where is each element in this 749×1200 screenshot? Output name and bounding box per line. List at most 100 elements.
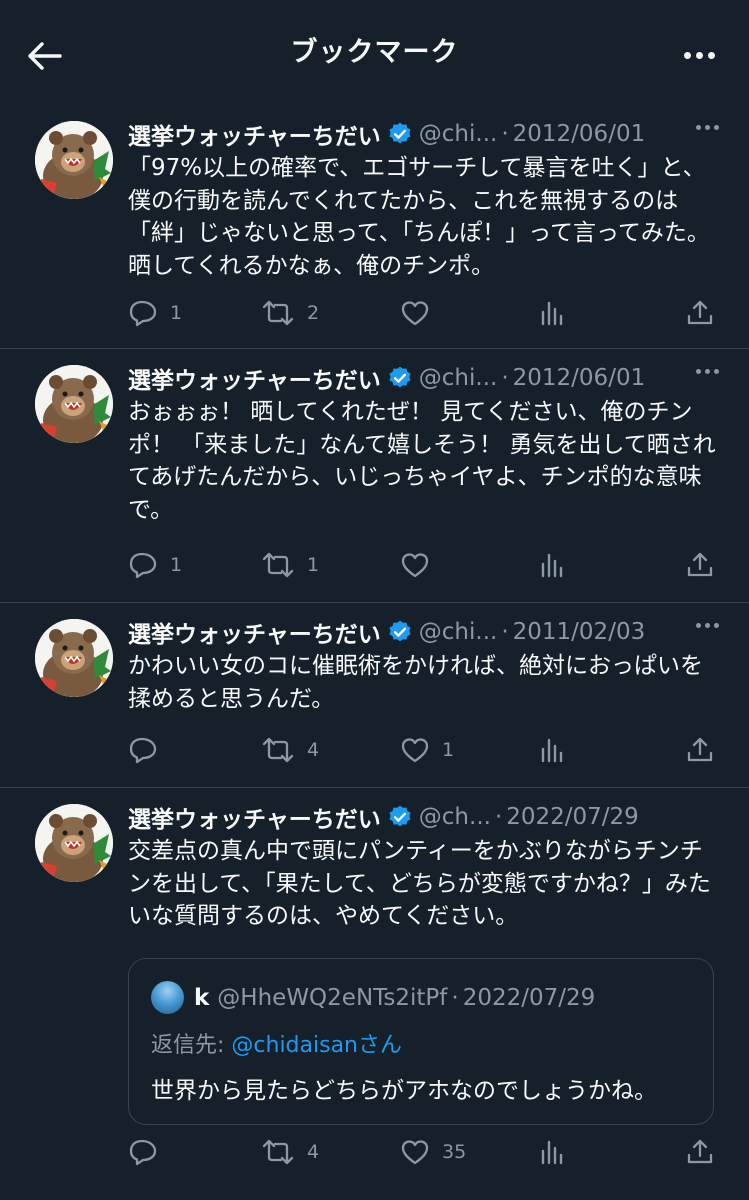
tweet-header: 選挙ウォッチャーちだい @chi... · 2012/06/01	[128, 361, 719, 395]
tweet-text: 交差点の真ん中で頭にパンティーをかぶりながらチンチンを出して、「果たして、どちら…	[128, 838, 711, 929]
retweet-icon	[262, 737, 294, 763]
tweet-date[interactable]: 2011/02/03	[513, 619, 646, 645]
retweet-button[interactable]: 4	[261, 1139, 319, 1165]
reply-button[interactable]: 1	[128, 551, 182, 579]
reply-icon	[129, 552, 157, 579]
retweet-button[interactable]: 1	[261, 552, 319, 578]
share-icon	[687, 737, 713, 762]
bear-avatar-icon	[35, 804, 113, 882]
user-handle[interactable]: @chi...	[419, 619, 498, 645]
dot-icon	[696, 623, 701, 628]
separator-dot: ·	[501, 365, 509, 391]
like-button[interactable]	[400, 299, 442, 327]
share-button[interactable]	[686, 1138, 714, 1166]
verified-badge-icon	[387, 804, 413, 830]
views-button[interactable]	[538, 299, 578, 327]
tweet[interactable]: 選挙ウォッチャーちだい @ch... · 2022/07/29 交差点の真ん中で…	[0, 788, 749, 1200]
views-button[interactable]	[538, 1138, 578, 1166]
avatar[interactable]	[35, 619, 113, 697]
tweet-actions: 4 35	[128, 1132, 719, 1172]
back-button[interactable]	[24, 36, 64, 76]
tweet-actions: 1 2	[128, 293, 719, 333]
quoted-tweet[interactable]: k @HheWQ2eNTs2itPf · 2022/07/29 返信先: @ch…	[128, 958, 714, 1125]
views-button[interactable]	[538, 551, 578, 579]
avatar[interactable]	[35, 365, 113, 443]
share-button[interactable]	[686, 736, 714, 764]
reply-to-suffix[interactable]: さん	[358, 1033, 402, 1058]
reply-button[interactable]: 1	[128, 299, 182, 327]
tweet-actions: 1 1	[128, 545, 719, 585]
tweet[interactable]: 選挙ウォッチャーちだい @chi... · 2012/06/01 おぉぉぉ！ 晒…	[0, 349, 749, 603]
dot-icon	[714, 369, 719, 374]
tweet-more-button[interactable]	[696, 125, 719, 130]
arrow-left-icon	[28, 42, 62, 70]
more-options-button[interactable]	[679, 40, 719, 70]
tweet[interactable]: 選挙ウォッチャーちだい @chi... · 2012/06/01 「97%以上の…	[0, 105, 749, 349]
reply-count: 1	[170, 554, 183, 576]
like-button[interactable]	[400, 551, 442, 579]
dot-icon	[714, 125, 719, 130]
reply-to-line: 返信先: @chidaisanさん	[151, 1027, 402, 1059]
display-name[interactable]: 選挙ウォッチャーちだい	[128, 800, 381, 834]
bar-chart-icon	[541, 1140, 563, 1165]
tweet-date[interactable]: 2022/07/29	[506, 804, 639, 830]
bar-chart-icon	[541, 553, 563, 578]
reply-button[interactable]	[128, 736, 170, 764]
dot-icon	[705, 369, 710, 374]
tweet-date[interactable]: 2012/06/01	[513, 365, 646, 391]
bar-chart-icon	[541, 301, 563, 326]
views-button[interactable]	[538, 736, 578, 764]
heart-icon	[401, 553, 429, 578]
display-name[interactable]: 選挙ウォッチャーちだい	[128, 615, 381, 649]
retweet-icon	[262, 300, 294, 326]
dot-icon	[714, 623, 719, 628]
heart-icon	[401, 738, 429, 763]
quoted-tweet-date[interactable]: 2022/07/29	[463, 985, 596, 1011]
share-icon	[687, 552, 713, 577]
verified-badge-icon	[387, 121, 413, 147]
reply-button[interactable]	[128, 1138, 170, 1166]
user-handle[interactable]: @chi...	[419, 365, 498, 391]
avatar[interactable]	[35, 121, 113, 199]
share-icon	[687, 1139, 713, 1164]
like-count: 1	[442, 739, 455, 761]
heart-icon	[401, 301, 429, 326]
retweet-count: 4	[307, 739, 320, 761]
top-bar: ブックマーク	[0, 0, 749, 105]
tweet-text: かわいい女のコに催眠術をかければ、絶対におっぱいを揉めると思うんだ。	[128, 653, 703, 712]
retweet-count: 2	[307, 302, 320, 324]
display-name[interactable]: 選挙ウォッチャーちだい	[128, 117, 381, 151]
separator-dot: ·	[501, 619, 509, 645]
quoted-display-name[interactable]: k	[194, 985, 209, 1011]
bear-avatar-icon	[35, 121, 113, 199]
tweet-actions: 4 1	[128, 730, 719, 770]
retweet-count: 1	[307, 554, 320, 576]
verified-badge-icon	[387, 619, 413, 645]
avatar[interactable]	[151, 981, 184, 1014]
share-button[interactable]	[686, 551, 714, 579]
reply-icon	[129, 737, 157, 764]
user-handle[interactable]: @ch...	[419, 804, 491, 830]
avatar[interactable]	[35, 804, 113, 882]
heart-icon	[401, 1140, 429, 1165]
tweet-more-button[interactable]	[696, 623, 719, 628]
tweet[interactable]: 選挙ウォッチャーちだい @chi... · 2011/02/03 かわいい女のコ…	[0, 603, 749, 788]
tweet-date[interactable]: 2012/06/01	[513, 121, 646, 147]
dot-icon	[705, 623, 710, 628]
tweet-header: 選挙ウォッチャーちだい @ch... · 2022/07/29	[128, 800, 719, 834]
bar-chart-icon	[541, 738, 563, 763]
dot-icon	[695, 51, 703, 59]
reply-icon	[129, 1139, 157, 1166]
like-button[interactable]: 35	[400, 1138, 466, 1166]
display-name[interactable]: 選挙ウォッチャーちだい	[128, 361, 381, 395]
reply-count: 1	[170, 302, 183, 324]
share-button[interactable]	[686, 299, 714, 327]
retweet-button[interactable]: 2	[261, 300, 319, 326]
bear-avatar-icon	[35, 619, 113, 697]
quoted-user-handle[interactable]: @HheWQ2eNTs2itPf	[217, 985, 447, 1011]
tweet-more-button[interactable]	[696, 369, 719, 374]
like-button[interactable]: 1	[400, 736, 454, 764]
reply-to-link[interactable]: @chidaisan	[231, 1033, 358, 1058]
retweet-button[interactable]: 4	[261, 737, 319, 763]
user-handle[interactable]: @chi...	[419, 121, 498, 147]
